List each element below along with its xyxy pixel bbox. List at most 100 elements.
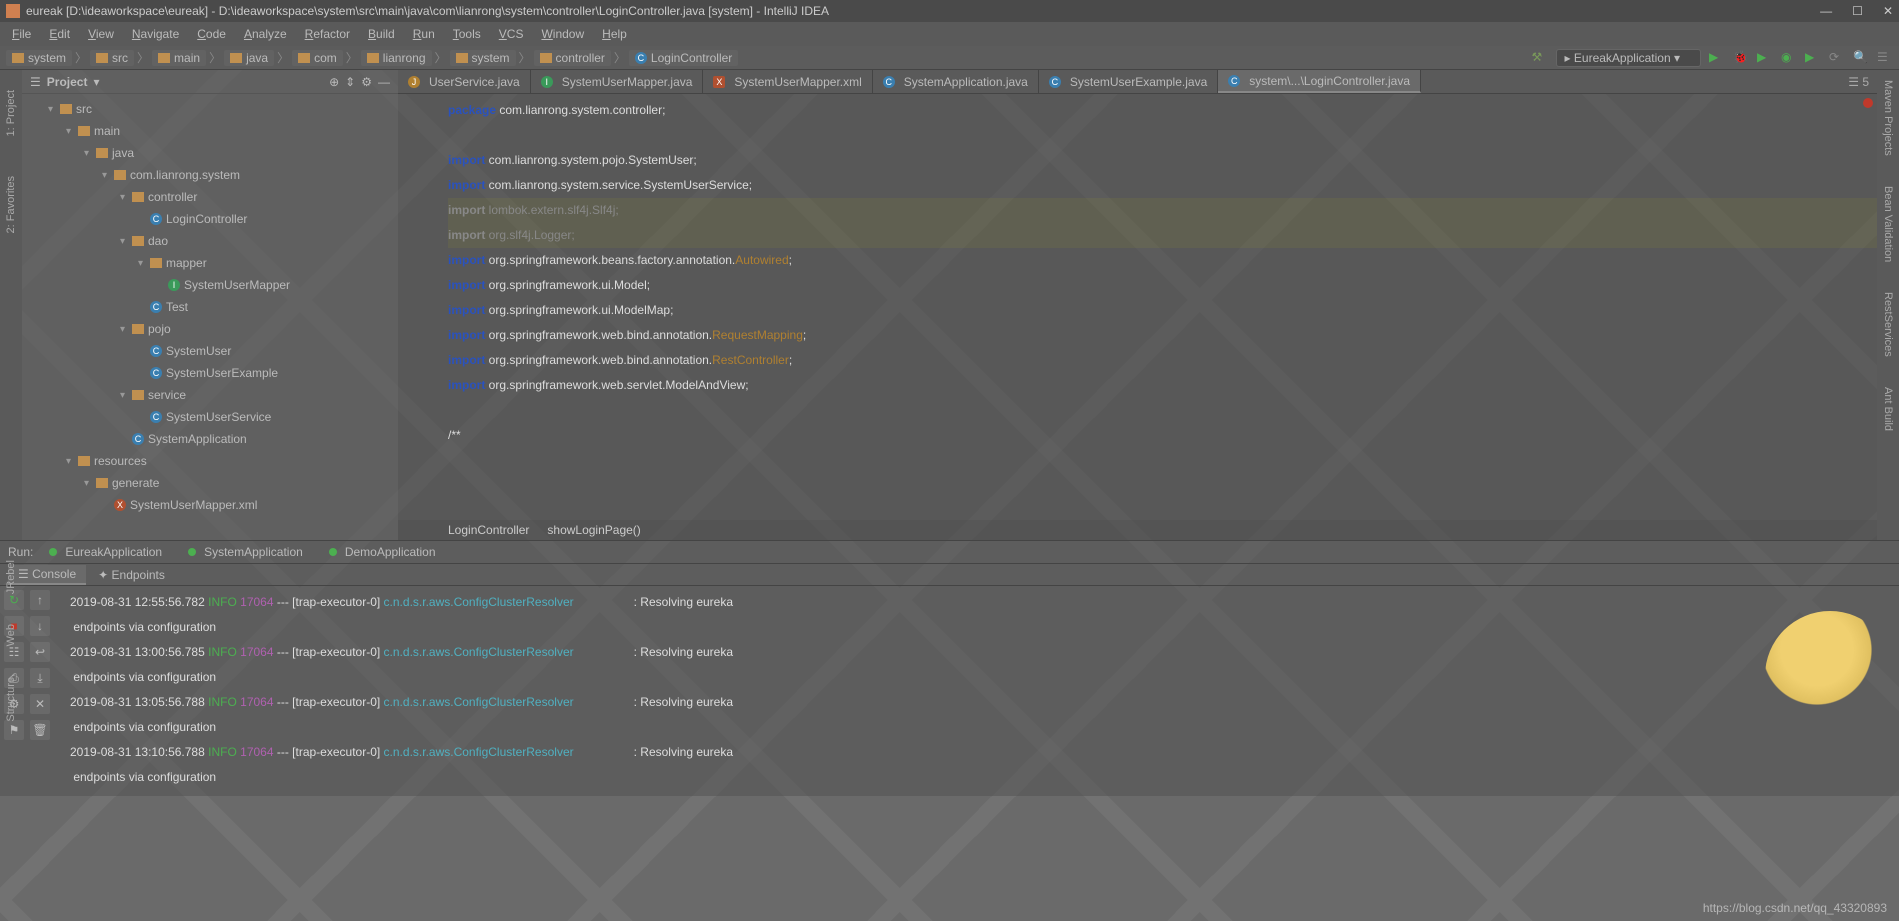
tab-overflow-count[interactable]: ☰ 5 [1840, 70, 1877, 93]
tree-item-systemuserservice[interactable]: CSystemUserService [22, 406, 398, 428]
tool-2-favorites[interactable]: 2: Favorites [5, 176, 17, 233]
breadcrumb-system[interactable]: system [6, 50, 72, 66]
tree-item-systemuser[interactable]: CSystemUser [22, 340, 398, 362]
editor-tab[interactable]: CSystemApplication.java [873, 70, 1039, 93]
tree-item-systemusermapper-xml[interactable]: XSystemUserMapper.xml [22, 494, 398, 516]
editor-tab[interactable]: XSystemUserMapper.xml [703, 70, 872, 93]
tool-bean-validation[interactable]: Bean Validation [1882, 186, 1894, 262]
breadcrumb-LoginController[interactable]: CLoginController [629, 50, 738, 66]
trash-icon[interactable]: 🗑 [30, 720, 50, 740]
tree-item-com-lianrong-system[interactable]: ▾com.lianrong.system [22, 164, 398, 186]
search-icon[interactable]: 🔍 [1853, 50, 1869, 66]
editor-tab[interactable]: Csystem\...\LoginController.java [1218, 70, 1421, 93]
tool-ant-build[interactable]: Ant Build [1882, 387, 1894, 431]
close-button[interactable]: ✕ [1883, 4, 1893, 18]
menu-navigate[interactable]: Navigate [124, 25, 187, 43]
tool-jrebel[interactable]: JRebel [5, 560, 17, 594]
debug-icon[interactable]: 🐞 [1733, 50, 1749, 66]
code-editor[interactable]: package com.lianrong.system.controller; … [398, 94, 1877, 520]
mascot-image [1765, 611, 1895, 741]
minimize-button[interactable]: — [1820, 4, 1832, 18]
crumb-class[interactable]: LoginController [448, 523, 529, 537]
profile-icon[interactable]: ◉ [1781, 50, 1797, 66]
menu-analyze[interactable]: Analyze [236, 25, 295, 43]
breadcrumb-system[interactable]: system [450, 50, 516, 66]
run-config-selector[interactable]: ▸ EureakApplication ▾ [1556, 49, 1701, 67]
tree-item-controller[interactable]: ▾controller [22, 186, 398, 208]
tool-maven-projects[interactable]: Maven Projects [1882, 80, 1894, 156]
editor-tab[interactable]: CSystemUserExample.java [1039, 70, 1218, 93]
maximize-button[interactable]: ☐ [1852, 4, 1863, 18]
console-output[interactable]: 2019-08-31 12:55:56.782 INFO 17064 --- [… [60, 586, 1899, 796]
right-tool-stripe: Maven Projects Bean Validation RestService… [1877, 70, 1899, 540]
menu-help[interactable]: Help [594, 25, 635, 43]
collapse-icon[interactable]: ⊕ [329, 75, 339, 89]
tool-restservices[interactable]: RestServices [1882, 292, 1894, 357]
tree-item-pojo[interactable]: ▾pojo [22, 318, 398, 340]
crumb-method[interactable]: showLoginPage() [547, 523, 640, 537]
tool-structure[interactable]: Structure [5, 677, 17, 722]
tree-item-logincontroller[interactable]: CLoginController [22, 208, 398, 230]
run-tab-eureak[interactable]: EureakApplication [39, 543, 172, 561]
menu-build[interactable]: Build [360, 25, 403, 43]
tree-item-systemusermapper[interactable]: ISystemUserMapper [22, 274, 398, 296]
breadcrumb-com[interactable]: com [292, 50, 343, 66]
menu-run[interactable]: Run [405, 25, 443, 43]
scroll-icon[interactable]: ⇕ [345, 75, 355, 89]
menu-vcs[interactable]: VCS [491, 25, 532, 43]
error-stripe-mark[interactable] [1863, 98, 1873, 108]
breadcrumb-main[interactable]: main [152, 50, 206, 66]
wrap-icon[interactable]: ↩ [30, 642, 50, 662]
menu-window[interactable]: Window [533, 25, 592, 43]
coverage-icon[interactable]: ▶ [1757, 50, 1773, 66]
navigation-bar: system〉src〉main〉java〉com〉lianrong〉system… [0, 46, 1899, 70]
tree-item-src[interactable]: ▾src [22, 98, 398, 120]
tree-item-test[interactable]: CTest [22, 296, 398, 318]
menu-file[interactable]: File [4, 25, 39, 43]
tool-web[interactable]: Web [5, 624, 17, 646]
menu-refactor[interactable]: Refactor [297, 25, 358, 43]
tree-item-generate[interactable]: ▾generate [22, 472, 398, 494]
tree-item-java[interactable]: ▾java [22, 142, 398, 164]
tree-item-resources[interactable]: ▾resources [22, 450, 398, 472]
project-tree[interactable]: ▾src▾main▾java▾com.lianrong.system▾contr… [22, 94, 398, 540]
vcs-icon[interactable]: ⟳ [1829, 50, 1845, 66]
menu-view[interactable]: View [80, 25, 122, 43]
structure-icon[interactable]: ☰ [1877, 50, 1893, 66]
menu-edit[interactable]: Edit [41, 25, 78, 43]
project-view-icon[interactable]: ☰ [30, 75, 41, 89]
breadcrumb-controller[interactable]: controller [534, 50, 611, 66]
project-panel-title[interactable]: Project [47, 75, 88, 89]
tool-1-project[interactable]: 1: Project [5, 90, 17, 136]
editor: JUserService.javaISystemUserMapper.javaX… [398, 70, 1877, 540]
code-breadcrumb: LoginController showLoginPage() [398, 520, 1877, 540]
run-icon[interactable]: ▶ [1709, 50, 1725, 66]
tree-item-main[interactable]: ▾main [22, 120, 398, 142]
hammer-icon[interactable]: ⚒ [1532, 50, 1548, 66]
run-tab-demo[interactable]: DemoApplication [319, 543, 446, 561]
up-icon[interactable]: ↑ [30, 590, 50, 610]
filter-icon[interactable]: ⚑ [4, 720, 24, 740]
editor-tab[interactable]: ISystemUserMapper.java [531, 70, 704, 93]
breadcrumb-java[interactable]: java [224, 50, 274, 66]
clear-icon[interactable]: ✕ [30, 694, 50, 714]
tree-item-service[interactable]: ▾service [22, 384, 398, 406]
editor-tabs: JUserService.javaISystemUserMapper.javaX… [398, 70, 1877, 94]
tree-item-systemuserexample[interactable]: CSystemUserExample [22, 362, 398, 384]
menu-tools[interactable]: Tools [445, 25, 489, 43]
tree-item-dao[interactable]: ▾dao [22, 230, 398, 252]
endpoints-tab[interactable]: ✦ Endpoints [88, 566, 175, 584]
breadcrumb-lianrong[interactable]: lianrong [361, 50, 432, 66]
menu-code[interactable]: Code [189, 25, 234, 43]
dropdown-icon[interactable]: ▾ [93, 75, 99, 89]
down-icon[interactable]: ↓ [30, 616, 50, 636]
tree-item-mapper[interactable]: ▾mapper [22, 252, 398, 274]
stop-icon[interactable]: ▶ [1805, 50, 1821, 66]
tree-item-systemapplication[interactable]: CSystemApplication [22, 428, 398, 450]
gear-icon[interactable]: ⚙ [361, 75, 372, 89]
hide-icon[interactable]: — [378, 75, 390, 89]
editor-tab[interactable]: JUserService.java [398, 70, 531, 93]
scroll-icon[interactable]: ⤓ [30, 668, 50, 688]
run-tab-system[interactable]: SystemApplication [178, 543, 313, 561]
breadcrumb-src[interactable]: src [90, 50, 134, 66]
